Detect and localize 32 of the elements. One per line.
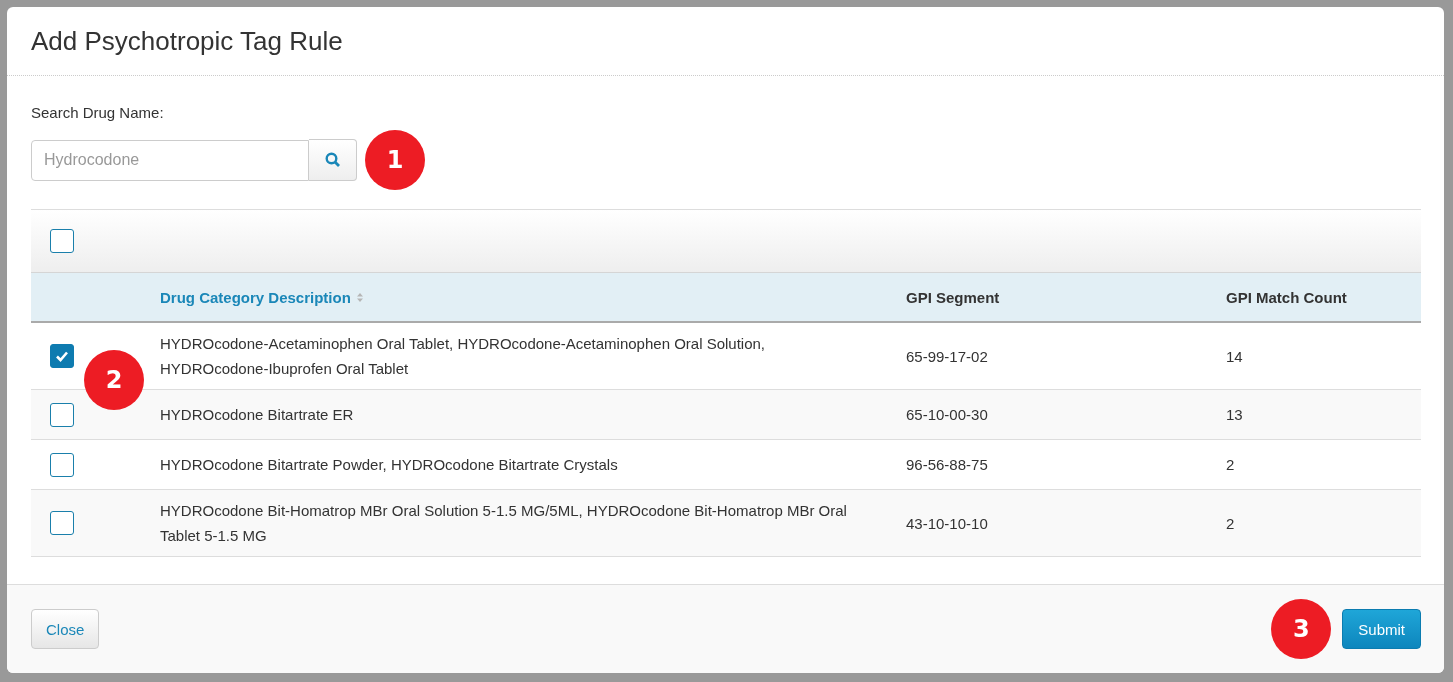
column-header: GPI Segment [906,288,1001,306]
checkbox[interactable] [50,229,74,253]
check-icon [55,350,69,362]
table-cell-text: 65-10-00-30 [906,405,989,425]
table-cell-text: HYDROcodone-Acetaminophen Oral Tablet, HYDROcodone-Acetaminophen Oral Solution, HYDROcodone-Ibuprofen Oral Tablet [160,334,767,379]
table-cell-text: HYDROcodone Bitartrate Powder, HYDROcodone Bitartrate Crystals [160,455,619,475]
step-marker: 3 [1271,599,1332,659]
table-cell-text: 65-99-17-02 [906,346,989,367]
table-cell-text: 2 [1226,513,1236,534]
checkbox[interactable] [50,511,74,535]
step-marker: 1 [365,130,425,190]
sort-icon [355,291,364,303]
search-field[interactable]: Hydrocodone [31,139,309,181]
column-header[interactable]: Drug Category Description [160,288,906,306]
submit-button[interactable]: Submit [1342,609,1421,649]
table-cell-text: HYDROcodone Bitartrate ER [160,405,355,425]
checkbox[interactable] [50,452,74,477]
checkbox[interactable] [50,344,74,368]
table-cell-text: HYDROcodone Bit-Homatrop MBr Oral Solution 5-1.5 MG/5ML, HYDROcodone Bit-Homatrop MBr Oral Tablet 5-1.5 MG [160,501,848,546]
step-marker: 2 [84,350,144,410]
close-button[interactable]: Close [31,609,100,649]
search-button[interactable] [309,139,357,181]
checkbox[interactable] [50,402,74,427]
table-cell-text: 43-10-10-10 [906,513,989,534]
table-cell-text: 96-56-88-75 [906,455,989,475]
column-header: GPI Match Count [1226,288,1348,306]
table-cell-text: 2 [1226,455,1236,475]
table-cell-text: 13 [1226,405,1244,425]
search-icon [324,152,341,168]
field-label: Search Drug Name: [31,104,165,121]
table-cell-text: 14 [1226,346,1244,367]
dialog-title: Add Psychotropic Tag Rule [31,25,343,57]
